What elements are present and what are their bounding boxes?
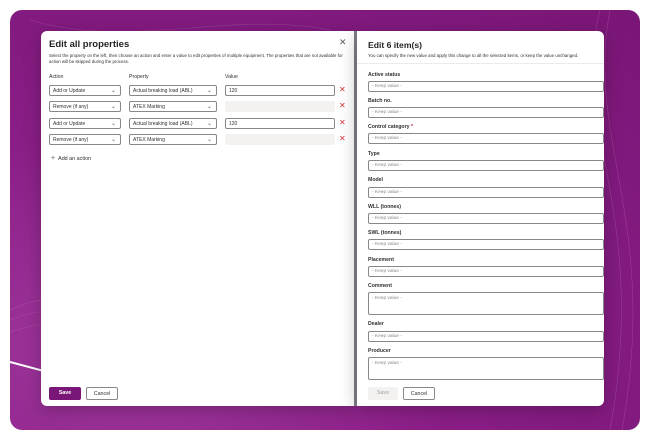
- field-label-swl: SWL (tonnes): [368, 230, 402, 236]
- property-value: ATEX Marking: [133, 137, 165, 143]
- cancel-button[interactable]: Cancel: [403, 387, 435, 400]
- save-button[interactable]: Save: [368, 387, 398, 400]
- field-label-wll: WLL (tonnes): [368, 204, 402, 210]
- chevron-down-icon: ⌄: [110, 121, 116, 127]
- property-value: ATEX Marking: [133, 104, 165, 110]
- save-button[interactable]: Save: [49, 387, 81, 400]
- close-icon[interactable]: ✕: [339, 37, 347, 48]
- dialog-title: Edit all properties: [49, 39, 130, 50]
- comment-field[interactable]: - Keep value -: [368, 292, 604, 315]
- remove-row-icon[interactable]: ✕: [339, 102, 346, 110]
- field-label-dealer: Dealer: [368, 321, 384, 327]
- chevron-down-icon: ⌄: [110, 88, 116, 94]
- remove-row-icon[interactable]: ✕: [339, 135, 346, 143]
- property-column-header: Property: [129, 74, 149, 80]
- field-label-comment: Comment: [368, 283, 392, 289]
- dialog-description: Select the property on the left, then ch…: [49, 53, 343, 65]
- action-value: Remove (if any): [53, 104, 89, 110]
- add-action-button[interactable]: + Add an action: [51, 155, 91, 162]
- field-label-active-status: Active status: [368, 72, 401, 78]
- cancel-button[interactable]: Cancel: [86, 387, 118, 400]
- edit-items-panel: Edit 6 item(s) You can specify the new v…: [357, 31, 604, 406]
- placement-field[interactable]: - Keep value -: [368, 266, 604, 277]
- model-field[interactable]: - Keep value -: [368, 187, 604, 198]
- panel-description: You can specify the new value and apply …: [368, 53, 579, 58]
- batch-no-field[interactable]: - Keep value -: [368, 107, 604, 118]
- value-input[interactable]: 120: [225, 118, 335, 129]
- property-dropdown[interactable]: ATEX Marking ⌄: [129, 134, 217, 145]
- property-value: Actual breaking load (ABL): [133, 88, 193, 94]
- property-dropdown[interactable]: ATEX Marking ⌄: [129, 101, 217, 112]
- property-value: Actual breaking load (ABL): [133, 121, 193, 127]
- chevron-down-icon: ⌄: [110, 137, 116, 143]
- field-label-type: Type: [368, 151, 380, 157]
- required-marker: *: [410, 124, 413, 130]
- field-label-control-category: Control category *: [368, 124, 413, 130]
- value-input-disabled: [225, 134, 335, 145]
- action-dropdown[interactable]: Remove (if any) ⌄: [49, 134, 121, 145]
- swl-field[interactable]: - Keep value -: [368, 239, 604, 250]
- producer-field[interactable]: - Keep value -: [368, 357, 604, 380]
- field-label-batch-no: Batch no.: [368, 98, 392, 104]
- type-field[interactable]: - Keep value -: [368, 160, 604, 171]
- value-input-disabled: [225, 101, 335, 112]
- divider: [357, 63, 604, 64]
- add-action-label: Add an action: [58, 156, 92, 162]
- property-dropdown[interactable]: Actual breaking load (ABL) ⌄: [129, 118, 217, 129]
- action-dropdown[interactable]: Add or Update ⌄: [49, 85, 121, 96]
- action-value: Add or Update: [53, 121, 86, 127]
- panel-title: Edit 6 item(s): [368, 40, 422, 50]
- remove-row-icon[interactable]: ✕: [339, 86, 346, 94]
- chevron-down-icon: ⌄: [206, 121, 212, 127]
- property-dropdown[interactable]: Actual breaking load (ABL) ⌄: [129, 85, 217, 96]
- wll-field[interactable]: - Keep value -: [368, 213, 604, 224]
- dealer-field[interactable]: - Keep value -: [368, 331, 604, 342]
- remove-row-icon[interactable]: ✕: [339, 119, 346, 127]
- control-category-label-text: Control category: [368, 124, 410, 130]
- edit-all-properties-dialog: Edit all properties ✕ Select the propert…: [41, 31, 354, 406]
- value-input[interactable]: 120: [225, 85, 335, 96]
- chevron-down-icon: ⌄: [206, 104, 212, 110]
- control-category-field[interactable]: - Keep value -: [368, 133, 604, 144]
- chevron-down-icon: ⌄: [206, 88, 212, 94]
- action-value: Remove (if any): [53, 137, 89, 143]
- chevron-down-icon: ⌄: [206, 137, 212, 143]
- action-value: Add or Update: [53, 88, 86, 94]
- field-label-producer: Producer: [368, 348, 391, 354]
- field-label-model: Model: [368, 177, 383, 183]
- value-column-header: Value: [225, 74, 238, 80]
- action-column-header: Action: [49, 74, 64, 80]
- field-label-placement: Placement: [368, 257, 394, 263]
- active-status-field[interactable]: - Keep value -: [368, 81, 604, 92]
- chevron-down-icon: ⌄: [110, 104, 116, 110]
- plus-icon: +: [51, 155, 56, 162]
- action-dropdown[interactable]: Remove (if any) ⌄: [49, 101, 121, 112]
- action-dropdown[interactable]: Add or Update ⌄: [49, 118, 121, 129]
